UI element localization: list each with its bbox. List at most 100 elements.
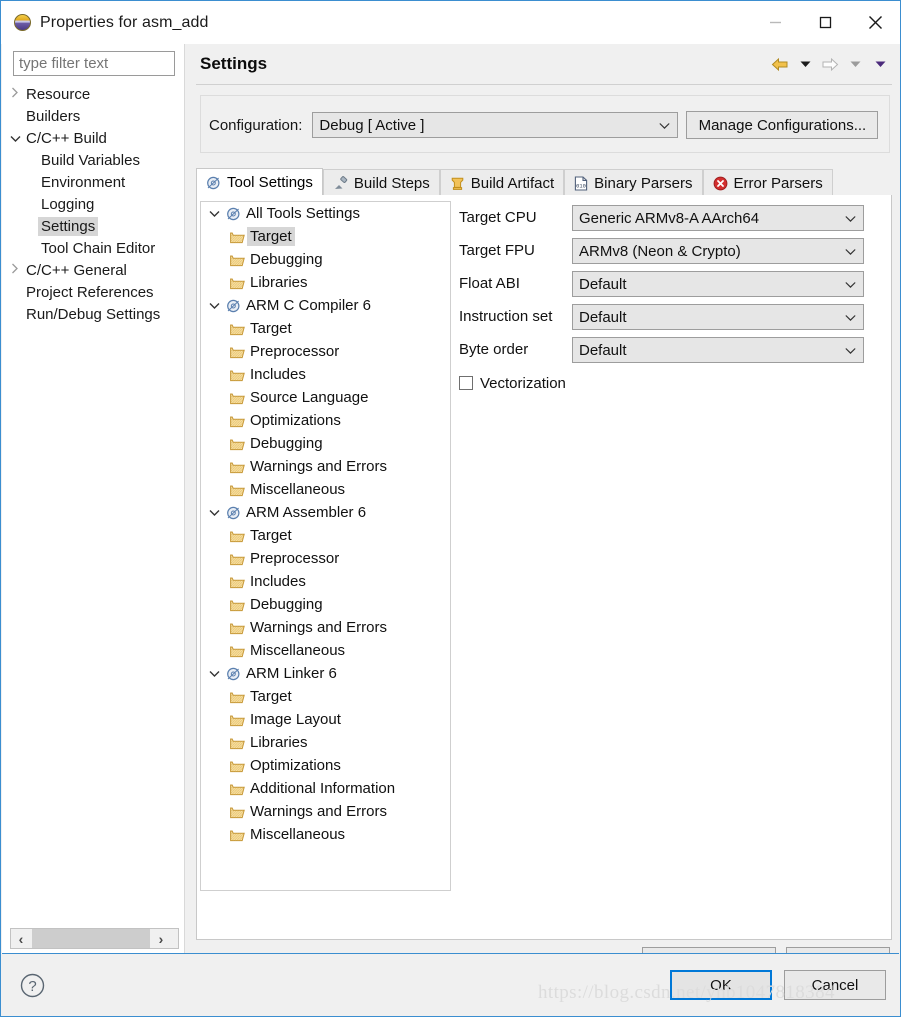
tool-tree-item-label: Warnings and Errors (250, 458, 387, 475)
tool-tree-item-includes[interactable]: Includes (201, 570, 450, 593)
chevron-down-icon[interactable] (205, 298, 223, 313)
sidebar-horizontal-scrollbar[interactable]: ‹ › (10, 928, 179, 949)
folder-icon (227, 782, 247, 796)
sidebar-item-tool-chain-editor[interactable]: Tool Chain Editor (2, 237, 185, 259)
forward-arrow-icon[interactable] (818, 52, 842, 76)
tool-tree-item-source-language[interactable]: Source Language (201, 386, 450, 409)
back-arrow-icon[interactable] (768, 52, 792, 76)
chevron-down-icon[interactable] (7, 131, 23, 146)
tool-tree-item-optimizations[interactable]: Optimizations (201, 409, 450, 432)
tool-tree-item-label: Preprocessor (250, 550, 340, 567)
field-select-float-abi[interactable]: Default (572, 271, 864, 297)
sidebar-item-settings[interactable]: Settings (2, 215, 185, 237)
sidebar-item-environment[interactable]: Environment (2, 171, 185, 193)
field-select-target-fpu[interactable]: ARMv8 (Neon & Crypto) (572, 238, 864, 264)
folder-icon (227, 460, 247, 474)
tool-tree-item-target[interactable]: Target (201, 685, 450, 708)
tool-tree-item-miscellaneous[interactable]: Miscellaneous (201, 639, 450, 662)
tab-tool-settings[interactable]: Tool Settings (196, 168, 323, 196)
chevron-right-icon[interactable] (7, 87, 23, 101)
ok-button[interactable]: OK (670, 970, 772, 1000)
folder-icon (227, 345, 247, 359)
tab-error-parsers[interactable]: Error Parsers (702, 169, 833, 196)
close-button[interactable] (850, 1, 900, 44)
folder-icon (227, 368, 247, 382)
field-value: Generic ARMv8-A AArch64 (579, 209, 760, 227)
form-row: Instruction set Default (455, 302, 885, 335)
tool-tree-item-miscellaneous[interactable]: Miscellaneous (201, 823, 450, 846)
help-icon[interactable]: ? (20, 973, 45, 1003)
tab-binary-parsers[interactable]: 010 Binary Parsers (564, 169, 703, 196)
tool-tree-item-warnings-and-errors[interactable]: Warnings and Errors (201, 800, 450, 823)
form-row: Float ABI Default (455, 269, 885, 302)
sidebar-item-project-references[interactable]: Project References (2, 281, 185, 303)
tab-build-artifact[interactable]: Build Artifact (439, 169, 565, 196)
binary-parsers-icon: 010 (574, 175, 588, 191)
tool-tree-item-arm-c-compiler-6[interactable]: ARM C Compiler 6 (201, 294, 450, 317)
tool-tree-item-image-layout[interactable]: Image Layout (201, 708, 450, 731)
sidebar-item-c-c-general[interactable]: C/C++ General (2, 259, 185, 281)
back-dropdown-icon[interactable] (793, 52, 817, 76)
tool-tree-item-target[interactable]: Target (201, 225, 450, 248)
window-controls (750, 1, 900, 44)
chevron-down-icon[interactable] (205, 206, 223, 221)
tool-tree-item-debugging[interactable]: Debugging (201, 432, 450, 455)
tool-tree-item-arm-linker-6[interactable]: ARM Linker 6 (201, 662, 450, 685)
settings-sidebar: Resource Builders C/C++ Build Build Variabl… (2, 44, 185, 954)
filter-input[interactable] (13, 51, 175, 76)
minimize-button[interactable] (750, 1, 800, 44)
tool-tree-item-warnings-and-errors[interactable]: Warnings and Errors (201, 616, 450, 639)
vectorization-checkbox[interactable] (459, 376, 473, 390)
chevron-down-icon[interactable] (205, 505, 223, 520)
tool-tree-item-warnings-and-errors[interactable]: Warnings and Errors (201, 455, 450, 478)
tab-build-steps[interactable]: Build Steps (322, 169, 440, 196)
vectorization-checkbox-row[interactable]: Vectorization (455, 368, 885, 398)
sidebar-tree: Resource Builders C/C++ Build Build Variabl… (2, 83, 185, 325)
tool-tree-item-preprocessor[interactable]: Preprocessor (201, 547, 450, 570)
cancel-button[interactable]: Cancel (784, 970, 886, 1000)
maximize-button[interactable] (800, 1, 850, 44)
tool-icon (223, 299, 243, 313)
tool-tree-item-debugging[interactable]: Debugging (201, 248, 450, 271)
sidebar-item-build-variables[interactable]: Build Variables (2, 149, 185, 171)
tool-tree-item-all-tools-settings[interactable]: All Tools Settings (201, 202, 450, 225)
field-value: Default (579, 275, 627, 293)
configuration-select[interactable]: Debug [ Active ] (312, 112, 679, 138)
tool-tree-item-additional-information[interactable]: Additional Information (201, 777, 450, 800)
tool-tree-item-optimizations[interactable]: Optimizations (201, 754, 450, 777)
manage-configurations-button[interactable]: Manage Configurations... (686, 111, 879, 139)
tool-tree-item-miscellaneous[interactable]: Miscellaneous (201, 478, 450, 501)
chevron-right-icon[interactable] (7, 263, 23, 277)
scrollbar-thumb[interactable] (32, 929, 150, 948)
tool-tree-item-target[interactable]: Target (201, 524, 450, 547)
folder-icon (227, 598, 247, 612)
chevron-down-icon[interactable] (205, 666, 223, 681)
sidebar-item-logging[interactable]: Logging (2, 193, 185, 215)
sidebar-item-c-c-build[interactable]: C/C++ Build (2, 127, 185, 149)
tool-tree-item-includes[interactable]: Includes (201, 363, 450, 386)
svg-text:010: 010 (576, 183, 586, 189)
tool-tree-item-target[interactable]: Target (201, 317, 450, 340)
scroll-right-arrow-icon[interactable]: › (151, 931, 171, 947)
forward-dropdown-icon[interactable] (843, 52, 867, 76)
tool-tree-item-preprocessor[interactable]: Preprocessor (201, 340, 450, 363)
field-select-byte-order[interactable]: Default (572, 337, 864, 363)
sidebar-item-label: C/C++ General (26, 261, 127, 279)
sidebar-item-run-debug-settings[interactable]: Run/Debug Settings (2, 303, 185, 325)
view-menu-icon[interactable] (868, 52, 892, 76)
chevron-down-icon (845, 210, 856, 227)
tool-icon (223, 667, 243, 681)
tool-tree-item-label: Additional Information (250, 780, 396, 797)
tool-tree-item-libraries[interactable]: Libraries (201, 731, 450, 754)
tool-tree-item-label: Target (250, 527, 292, 544)
sidebar-item-builders[interactable]: Builders (2, 105, 185, 127)
tool-tree-item-label: Miscellaneous (250, 642, 346, 659)
sidebar-item-label: Environment (41, 173, 126, 191)
tool-tree-item-debugging[interactable]: Debugging (201, 593, 450, 616)
scroll-left-arrow-icon[interactable]: ‹ (11, 931, 31, 947)
tool-tree-item-arm-assembler-6[interactable]: ARM Assembler 6 (201, 501, 450, 524)
tool-tree-item-libraries[interactable]: Libraries (201, 271, 450, 294)
sidebar-item-resource[interactable]: Resource (2, 83, 185, 105)
field-select-instruction-set[interactable]: Default (572, 304, 864, 330)
field-select-target-cpu[interactable]: Generic ARMv8-A AArch64 (572, 205, 864, 231)
